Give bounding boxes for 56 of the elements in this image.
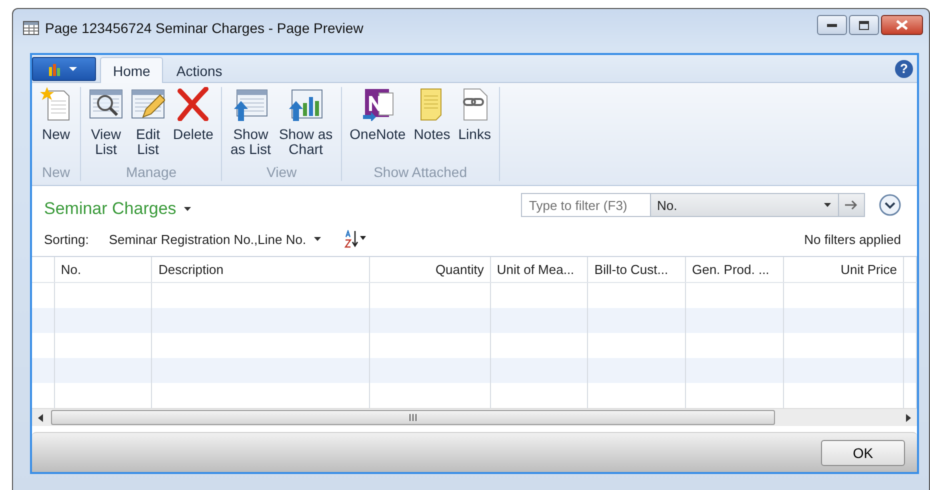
- column-header[interactable]: Gen. Prod. ...: [686, 257, 784, 282]
- ribbon-button[interactable]: Edit List: [128, 87, 168, 164]
- caret-icon: [314, 236, 322, 242]
- column-header[interactable]: Unit Price: [784, 257, 904, 282]
- maximize-button[interactable]: [849, 15, 879, 35]
- notebook-n-icon: [360, 87, 395, 121]
- filter-column-dropdown[interactable]: No.: [651, 193, 839, 217]
- caret-icon: [184, 206, 192, 212]
- apply-filter-button[interactable]: [839, 193, 865, 217]
- delete-icon: [176, 87, 210, 121]
- close-icon: [896, 20, 908, 30]
- list-arrow-icon: [234, 87, 268, 121]
- window-title: Page 123456724 Seminar Charges - Page Preview: [45, 20, 364, 36]
- scroll-right-icon[interactable]: [905, 414, 911, 422]
- arrow-right-icon: [844, 200, 858, 210]
- ok-button[interactable]: OK: [821, 440, 905, 466]
- column-header[interactable]: Quantity: [370, 257, 491, 282]
- horizontal-scrollbar[interactable]: [32, 408, 917, 426]
- group-label: Show Attached: [372, 164, 468, 181]
- column-header[interactable]: Bill-to Cust...: [588, 257, 686, 282]
- new-document-icon: [40, 87, 72, 121]
- column-header[interactable]: No.: [54, 257, 152, 282]
- ribbon-button[interactable]: Show as List: [227, 87, 274, 164]
- caret-icon: [824, 202, 832, 208]
- ribbon-button[interactable]: OneNote: [346, 87, 409, 164]
- group-label: View: [266, 164, 298, 181]
- ribbon-button[interactable]: New: [37, 87, 75, 164]
- table-icon: [23, 21, 39, 35]
- scrollbar-thumb[interactable]: [51, 410, 775, 425]
- minimize-button[interactable]: [817, 15, 847, 35]
- group-label: Manage: [124, 164, 178, 181]
- help-button[interactable]: ?: [895, 60, 913, 78]
- column-header[interactable]: Unit of Mea...: [490, 257, 588, 282]
- page-title-dropdown[interactable]: Seminar Charges: [44, 199, 192, 219]
- minimize-icon: [827, 23, 837, 27]
- bar-chart-icon: [288, 87, 323, 121]
- ribbon-button[interactable]: Notes: [410, 87, 454, 164]
- expand-icon[interactable]: [879, 194, 901, 216]
- ribbon-tab[interactable]: Actions: [163, 57, 236, 83]
- sorting-dropdown[interactable]: Seminar Registration No.,Line No.: [108, 232, 322, 246]
- filter-field[interactable]: Type to filter (F3): [521, 193, 651, 217]
- ribbon-button[interactable]: Show as Chart: [276, 87, 336, 164]
- pencil-list-icon: [131, 87, 165, 121]
- filter-status: No filters applied: [804, 232, 901, 246]
- column-header[interactable]: Description: [152, 257, 370, 282]
- ribbon-tab[interactable]: Home: [100, 57, 164, 83]
- ribbon-button[interactable]: Links: [455, 87, 494, 164]
- magnifier-list-icon: [89, 87, 123, 121]
- scroll-left-icon[interactable]: [38, 414, 44, 422]
- ribbon-button[interactable]: View List: [86, 87, 126, 164]
- maximize-icon: [859, 20, 869, 30]
- close-button[interactable]: [881, 15, 923, 35]
- group-label: New: [40, 164, 71, 181]
- sorting-label: Sorting:: [44, 232, 89, 246]
- ribbon-button[interactable]: Delete: [170, 87, 216, 164]
- app-menu-button[interactable]: [32, 57, 96, 81]
